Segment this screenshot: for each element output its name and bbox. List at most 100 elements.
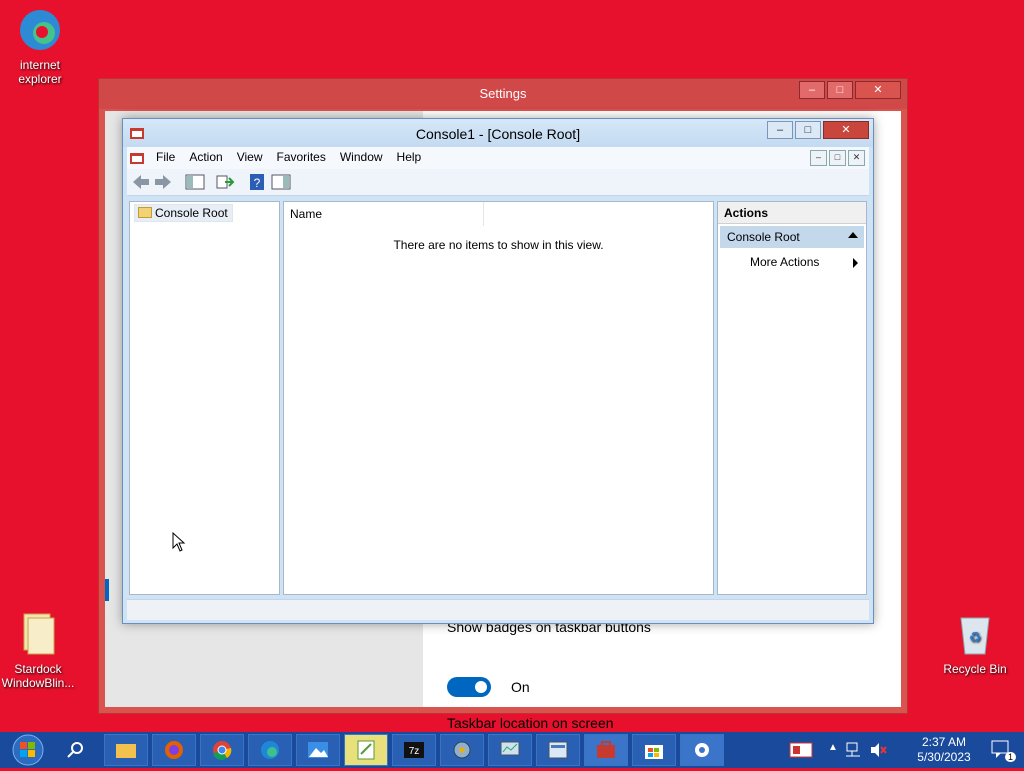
- menu-window[interactable]: Window: [333, 147, 390, 167]
- badges-toggle-state: On: [511, 679, 530, 695]
- actions-section-console-root[interactable]: Console Root: [720, 226, 864, 248]
- desktop-icon-internet-explorer[interactable]: internet explorer: [0, 6, 80, 86]
- desktop-icon-stardock[interactable]: Stardock WindowBlin...: [0, 610, 78, 690]
- child-restore-button[interactable]: □: [829, 150, 846, 166]
- submenu-arrow-icon: [853, 258, 858, 268]
- taskbar-performance-monitor[interactable]: [488, 734, 532, 766]
- child-close-button[interactable]: ✕: [848, 150, 865, 166]
- console-tree-pane: Console Root: [129, 201, 280, 595]
- back-arrow-icon[interactable]: [131, 173, 151, 191]
- edge-icon: [16, 6, 64, 54]
- show-hide-console-tree-icon[interactable]: [185, 173, 205, 191]
- recycle-bin-icon: ♻: [951, 610, 999, 658]
- more-actions-item[interactable]: More Actions: [718, 250, 866, 274]
- menu-view[interactable]: View: [230, 147, 270, 167]
- nav-selection-indicator: [105, 579, 109, 601]
- result-pane: Name There are no items to show in this …: [283, 201, 714, 595]
- forward-arrow-icon[interactable]: [153, 173, 173, 191]
- notification-count-badge: 1: [1004, 752, 1016, 762]
- desktop-icon-label: internet explorer: [18, 58, 62, 86]
- taskbar-7zip[interactable]: 7z: [392, 734, 436, 766]
- taskbar-edge[interactable]: [248, 734, 292, 766]
- photos-icon: [307, 740, 329, 760]
- actions-pane: Actions Console Root More Actions: [717, 201, 867, 595]
- file-explorer-icon: [115, 740, 137, 760]
- mmc-minimize-button[interactable]: –: [767, 121, 793, 139]
- clock-time: 2:37 AM: [921, 735, 967, 749]
- firefox-icon: [163, 740, 185, 760]
- menu-action[interactable]: Action: [182, 147, 229, 167]
- svg-text:♻: ♻: [969, 629, 982, 645]
- help-icon[interactable]: ?: [247, 173, 267, 191]
- chrome-icon: [211, 740, 233, 760]
- clock-date: 5/30/2023: [917, 750, 971, 764]
- taskbar-location-label: Taskbar location on screen: [447, 715, 614, 731]
- show-hide-action-pane-icon[interactable]: [271, 173, 291, 191]
- actions-header: Actions: [718, 202, 866, 224]
- gear-icon: [691, 740, 713, 760]
- tree-node-label: Console Root: [155, 206, 228, 220]
- tree-node-console-root[interactable]: Console Root: [134, 204, 233, 222]
- action-center-icon[interactable]: 1: [990, 738, 1016, 762]
- mmc-maximize-button[interactable]: □: [795, 121, 821, 139]
- system-tray: ▲ 2:37 AM 5/30/2023 1: [774, 732, 1024, 768]
- taskbar-app[interactable]: [440, 734, 484, 766]
- svg-text:?: ?: [254, 176, 261, 190]
- menu-help[interactable]: Help: [390, 147, 429, 167]
- 7zip-icon: 7z: [403, 740, 425, 760]
- clock[interactable]: 2:37 AM 5/30/2023: [914, 735, 974, 765]
- taskbar: 7z ▲ 2:37 AM 5/30/2023 1: [0, 732, 1024, 768]
- console-menu-icon[interactable]: [129, 150, 145, 166]
- column-header-name[interactable]: Name: [284, 202, 484, 226]
- search-icon: [65, 740, 87, 760]
- taskbar-store[interactable]: [632, 734, 676, 766]
- store-icon: [643, 740, 665, 760]
- child-minimize-button[interactable]: –: [810, 150, 827, 166]
- network-icon[interactable]: [844, 740, 864, 763]
- notepad-icon: [355, 740, 377, 760]
- desktop-icon-label: Recycle Bin: [943, 662, 1007, 676]
- status-bar: [127, 599, 869, 620]
- show-hidden-icons-chevron-icon[interactable]: ▲: [828, 742, 838, 753]
- settings-title: Settings: [479, 86, 527, 101]
- taskbar-file-explorer[interactable]: [104, 734, 148, 766]
- badges-toggle[interactable]: [447, 677, 491, 697]
- edge-icon: [259, 740, 281, 760]
- taskbar-search-button[interactable]: [54, 734, 98, 766]
- news-icon[interactable]: [788, 738, 814, 762]
- menu-favorites[interactable]: Favorites: [270, 147, 333, 167]
- mouse-cursor-icon: [172, 531, 186, 555]
- toolbar: ?: [127, 169, 869, 196]
- empty-view-message: There are no items to show in this view.: [393, 238, 604, 252]
- taskbar-mmc[interactable]: [584, 734, 628, 766]
- desktop-icon-recycle-bin[interactable]: ♻ Recycle Bin: [935, 610, 1015, 676]
- taskbar-window-app[interactable]: [536, 734, 580, 766]
- settings-minimize-button[interactable]: –: [799, 81, 825, 99]
- taskbar-notepad-plus[interactable]: [344, 734, 388, 766]
- more-actions-label: More Actions: [750, 255, 820, 269]
- mmc-console-window: Console1 - [Console Root] – □ ✕ File Act…: [122, 118, 874, 624]
- taskbar-chrome[interactable]: [200, 734, 244, 766]
- settings-close-button[interactable]: ✕: [855, 81, 901, 99]
- folder-icon: [138, 207, 152, 218]
- menu-bar: File Action View Favorites Window Help –…: [127, 147, 869, 169]
- globe-icon: [451, 740, 473, 760]
- start-button[interactable]: [2, 732, 52, 768]
- mmc-title: Console1 - [Console Root]: [415, 126, 581, 142]
- export-list-icon[interactable]: [215, 173, 235, 191]
- taskbar-firefox[interactable]: [152, 734, 196, 766]
- collapse-caret-icon: [848, 232, 858, 238]
- volume-muted-icon[interactable]: [868, 740, 888, 763]
- toolbox-icon: [595, 740, 617, 760]
- settings-titlebar: Settings – □ ✕: [99, 79, 907, 109]
- settings-maximize-button[interactable]: □: [827, 81, 853, 99]
- svg-text:7z: 7z: [409, 746, 420, 757]
- taskbar-photos[interactable]: [296, 734, 340, 766]
- menu-file[interactable]: File: [149, 147, 182, 167]
- taskbar-settings[interactable]: [680, 734, 724, 766]
- mmc-titlebar: Console1 - [Console Root] – □ ✕: [123, 119, 873, 147]
- desktop-icon-label: Stardock WindowBlin...: [1, 662, 75, 690]
- actions-section-label: Console Root: [727, 230, 800, 244]
- folder-icon: [14, 610, 62, 658]
- mmc-close-button[interactable]: ✕: [823, 121, 869, 139]
